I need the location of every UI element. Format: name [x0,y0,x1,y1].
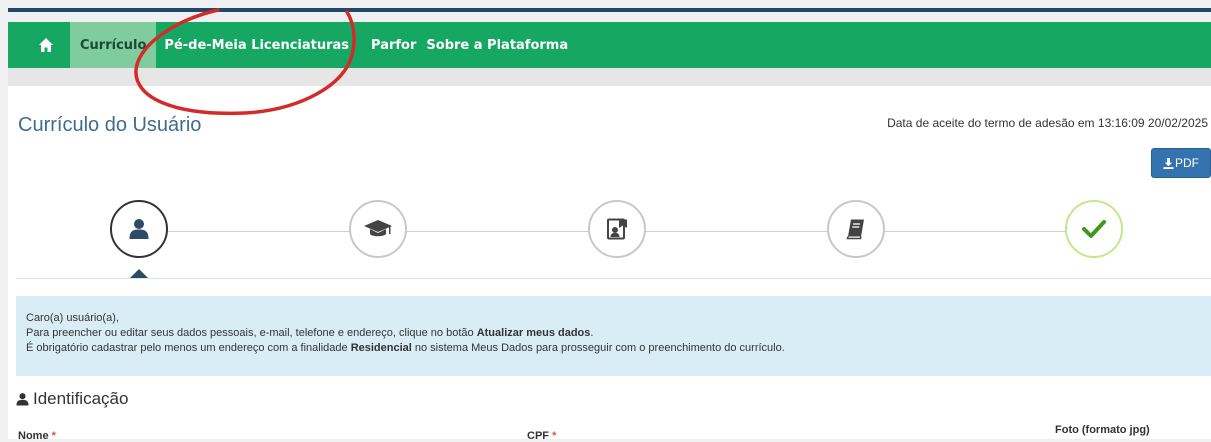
pdf-button[interactable]: PDF [1151,148,1211,178]
user-icon [16,393,29,406]
user-icon [129,219,149,239]
alert-greeting: Caro(a) usuário(a), [26,312,119,324]
section-identificacao-title: Identificação [16,389,128,409]
top-dark-line [8,8,1211,12]
atualizar-dados-emphasis: Atualizar meus dados [476,327,591,339]
step-formacao[interactable] [349,200,407,258]
nav-item-curriculo[interactable]: Currículo [70,22,157,68]
download-icon [1163,157,1174,169]
steps-separator [16,278,1211,279]
step-certificados[interactable] [588,200,646,258]
step-publicacoes[interactable] [827,200,885,258]
top-bar [0,0,1211,22]
alert-line-2: É obrigatório cadastrar pelo menos um en… [26,342,785,354]
residencial-emphasis: Residencial [350,342,412,354]
alert-line-1: Para preencher ou editar seus dados pess… [26,327,594,339]
info-alert: Caro(a) usuário(a), Para preencher ou ed… [16,296,1211,376]
page-title: Currículo do Usuário [18,114,202,136]
step-concluido[interactable] [1065,200,1123,258]
nav-home[interactable] [8,22,64,68]
nome-label: Nome * [18,430,56,442]
check-icon [1082,220,1106,238]
nav-item-pe-de-meia[interactable]: Pé-de-Meia Licenciaturas [156,22,357,68]
curriculum-panel: Currículo do Usuário Data de aceite do t… [8,86,1211,442]
certificate-icon [607,218,627,240]
pdf-button-label: PDF [1175,156,1199,170]
accept-date-text: Data de aceite do termo de adesão em 13:… [887,116,1208,130]
graduation-cap-icon [364,220,392,237]
main-nav: Currículo Pé-de-Meia Licenciaturas Parfo… [8,22,1211,69]
gray-strip [8,68,1211,86]
home-icon [39,38,53,52]
step-dados-pessoais[interactable] [110,200,168,258]
foto-label: Foto (formato jpg) [1055,424,1150,436]
nav-item-sobre[interactable]: Sobre a Plataforma [424,22,576,68]
nav-item-parfor[interactable]: Parfor [357,22,424,68]
cpf-label: CPF * [527,430,557,442]
book-icon [846,219,864,240]
